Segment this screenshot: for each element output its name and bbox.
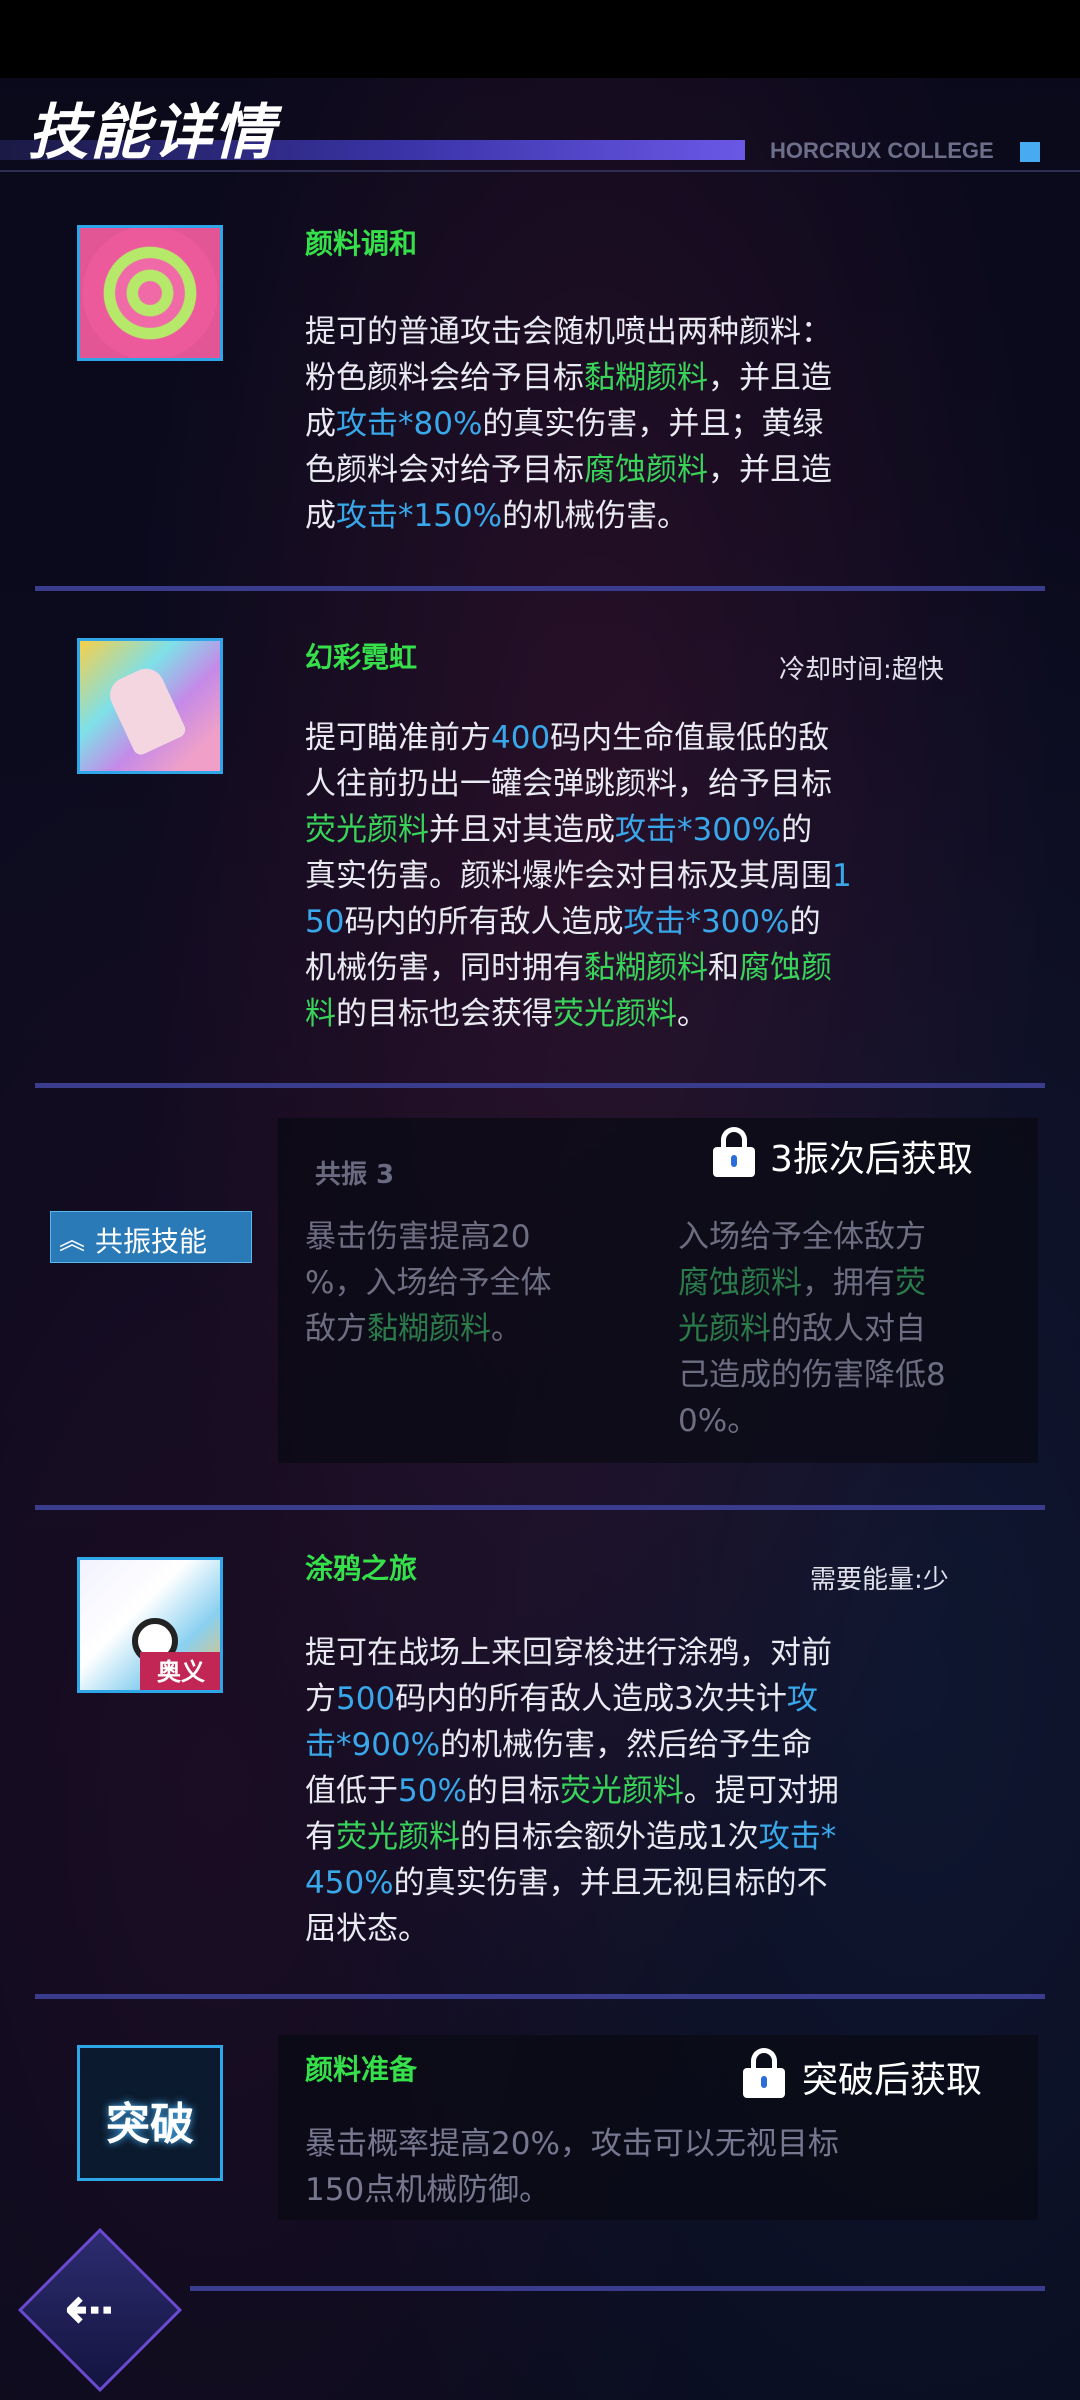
skill-description: 暴击概率提高20%，攻击可以无视目标 150点机械防御。 [305,2126,839,2208]
resonance-card-title: 共振 3 [315,1160,395,1190]
header-divider [0,170,1080,172]
page-title: 技能详情 [28,98,276,168]
resonance-card-2-description: 入场给予全体敌方 腐蚀颜料，拥有荧 光颜料的敌人对自 己造成的伤害降低8 0%。 [678,1219,946,1439]
resonance-lock-text: 3振次后获取 [770,1139,973,1180]
breakthrough-lock-text: 突破后获取 [802,2060,983,2101]
lock-icon [743,2048,785,2098]
section-divider [35,1505,1045,1510]
resonance-badge-label: 共振技能 [95,1225,208,1258]
double-chevron-up-icon: ︽ [59,1226,86,1256]
skill-name: 颜料准备 [305,2053,418,2086]
back-button[interactable]: ⇠ [12,2222,188,2398]
resonance-card-1-description: 暴击伤害提高20 %，入场给予全体 敌方黏糊颜料。 [305,1219,552,1347]
skill-icon-rainbow-neon[interactable] [77,638,223,774]
skill-name: 涂鸦之旅 [305,1552,418,1585]
skill-description: 提可在战场上来回穿梭进行涂鸦，对前 方500码内的所有敌人造成3次共计攻 击*900… [305,1635,839,1947]
skill-name: 幻彩霓虹 [305,641,418,674]
skill-icon-graffiti-journey[interactable]: 奥义 [77,1557,223,1693]
skill-name: 颜料调和 [305,227,418,260]
ultimate-tag: 奥义 [140,1652,220,1690]
section-divider [35,1994,1045,1999]
skill-description: 提可瞄准前方400码内生命值最低的敌 人往前扔出一罐会弹跳颜料，给予目标 荧光颜料并… [305,720,852,1032]
paint-can-icon [104,662,188,758]
skill-description: 提可的普通攻击会随机喷出两种颜料： 粉色颜料会给予目标黏糊颜料，并且造 成攻击*80… [305,314,832,534]
breakthrough-icon-text: 突破 [106,2099,194,2150]
bottom-divider [190,2286,1045,2291]
skill-icon-breakthrough[interactable]: 突破 [77,2045,223,2181]
status-bar [0,0,1080,78]
lock-icon [713,1127,755,1177]
section-divider [35,586,1045,591]
resonance-skill-tab[interactable]: ︽ 共振技能 [50,1211,252,1263]
skill-icon-paint-mix[interactable] [77,225,223,361]
section-divider [35,1083,1045,1088]
college-label: HORCRUX COLLEGE [770,138,994,163]
page-header: 技能详情 HORCRUX COLLEGE [0,78,1080,174]
skill-energy: 需要能量:少 [810,1565,949,1595]
header-square-icon [1020,142,1040,162]
skill-cooldown: 冷却时间:超快 [779,655,944,685]
back-arrow-icon: ⇠ [64,2274,115,2344]
